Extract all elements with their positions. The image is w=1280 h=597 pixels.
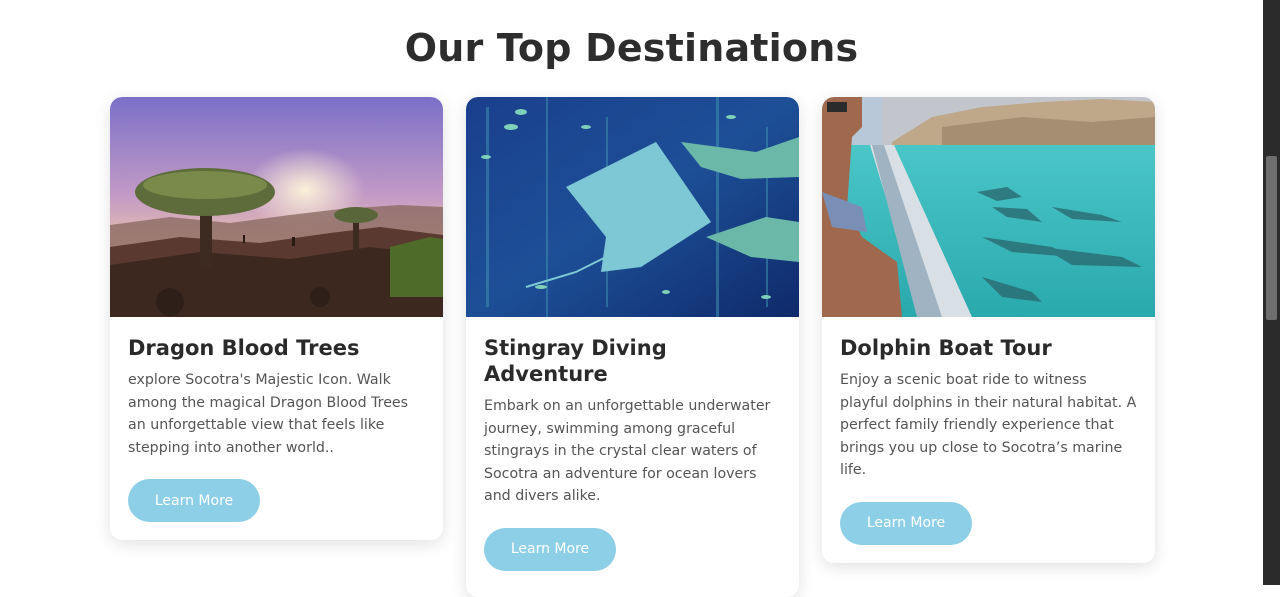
learn-more-button[interactable]: Learn More xyxy=(840,501,972,545)
scrollbar-thumb[interactable] xyxy=(1266,156,1277,320)
card-description: Embark on an unforgettable underwater jo… xyxy=(484,398,771,504)
card-title: Stingray Diving Adventure xyxy=(484,336,667,386)
dolphin-boat-image xyxy=(822,97,1155,317)
learn-more-button[interactable]: Learn More xyxy=(128,479,260,522)
destination-card-stingray-diving: Stingray Diving Adventure Embark on an u… xyxy=(466,97,799,597)
destination-card-dragon-blood-trees: Dragon Blood Trees explore Socotra's Maj… xyxy=(110,97,443,540)
destination-card-dolphin-boat-tour: Dolphin Boat Tour Enjoy a scenic boat ri… xyxy=(822,97,1155,563)
stingray-diving-image xyxy=(466,97,799,317)
card-title: Dolphin Boat Tour xyxy=(840,336,1052,360)
card-description: Enjoy a scenic boat ride to witness play… xyxy=(840,372,1137,478)
learn-more-button[interactable]: Learn More xyxy=(484,527,616,571)
dragon-blood-trees-image xyxy=(110,97,443,317)
card-title: Dragon Blood Trees xyxy=(128,336,360,360)
section-title: Our Top Destinations xyxy=(404,26,859,70)
card-description: explore Socotra's Majestic Icon. Walk am… xyxy=(128,372,409,456)
vertical-scrollbar[interactable] xyxy=(1263,0,1280,585)
